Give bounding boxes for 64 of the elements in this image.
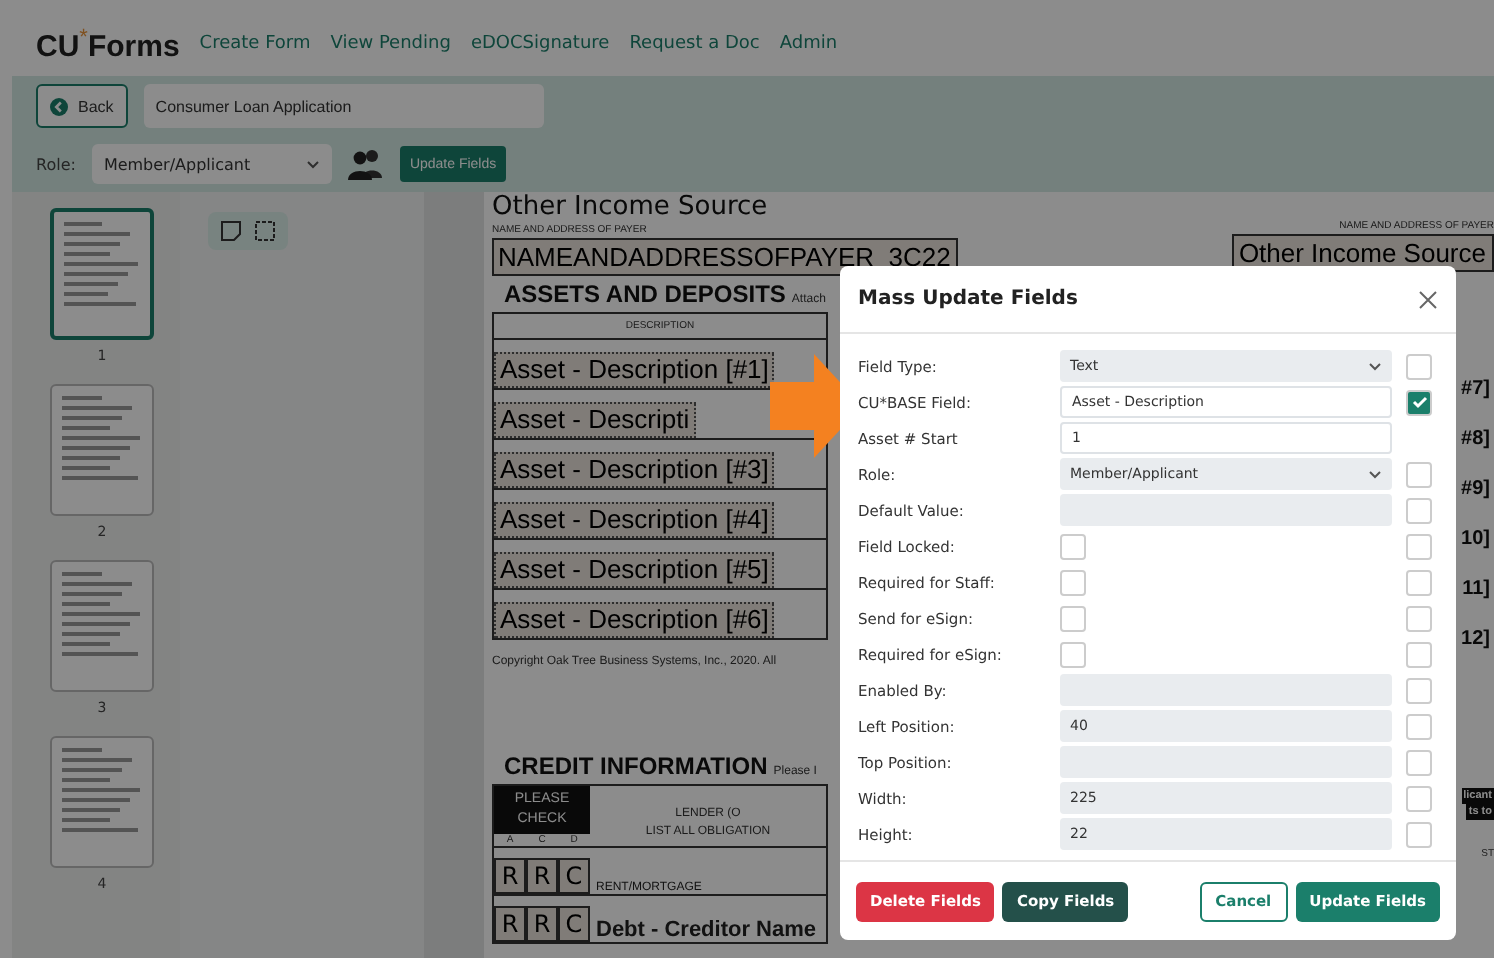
apply-checkbox[interactable] bbox=[1406, 605, 1432, 631]
apply-checkbox[interactable] bbox=[1406, 533, 1432, 559]
checkbox[interactable] bbox=[1060, 533, 1086, 559]
logo: CU$^{*}$Forms bbox=[36, 25, 180, 63]
form-heading: Other Income Source bbox=[492, 192, 770, 224]
chevron-icon bbox=[1368, 469, 1382, 479]
form-field[interactable]: #8] bbox=[1461, 414, 1494, 464]
form-field[interactable]: C bbox=[558, 858, 590, 894]
checkbox[interactable] bbox=[1060, 605, 1086, 631]
page-thumbnail[interactable] bbox=[50, 208, 154, 340]
form-field[interactable]: Asset - Descripti bbox=[494, 402, 696, 438]
form-field[interactable]: Asset - Description [#1] bbox=[494, 352, 775, 388]
check-icon bbox=[1411, 394, 1427, 410]
form-field[interactable]: Asset - Description [#3] bbox=[494, 452, 775, 488]
apply-checkbox[interactable] bbox=[1406, 785, 1432, 811]
page-thumbnail[interactable] bbox=[50, 560, 154, 692]
apply-checkbox[interactable] bbox=[1406, 569, 1432, 595]
form-field[interactable]: #9] bbox=[1461, 464, 1494, 514]
back-button[interactable]: Back bbox=[36, 84, 128, 128]
chevron-icon bbox=[1368, 361, 1382, 371]
selection-icon[interactable] bbox=[254, 220, 276, 242]
document-title-field[interactable]: Consumer Loan Application bbox=[143, 84, 544, 128]
form-field[interactable]: 12] bbox=[1461, 614, 1494, 664]
form-field[interactable]: 10] bbox=[1461, 514, 1494, 564]
apply-checkbox[interactable] bbox=[1406, 641, 1432, 667]
form-field[interactable]: Asset - Description [#6] bbox=[494, 602, 775, 638]
nav-link[interactable]: Create Form bbox=[199, 34, 311, 54]
role-select[interactable]: Member/Applicant bbox=[91, 144, 332, 184]
checkbox[interactable] bbox=[1060, 641, 1086, 667]
apply-checkbox[interactable] bbox=[1406, 497, 1432, 523]
apply-checkbox[interactable] bbox=[1406, 389, 1432, 415]
form-field[interactable]: R bbox=[526, 858, 558, 894]
note-icon[interactable] bbox=[220, 220, 242, 242]
form-field[interactable]: R bbox=[494, 906, 526, 942]
nav-link[interactable]: eDOCSignature bbox=[470, 34, 610, 54]
dialog-title: Mass Update Fields bbox=[858, 288, 1078, 310]
form-field[interactable]: R bbox=[526, 906, 558, 942]
section-title: CREDIT INFORMATION bbox=[504, 752, 768, 780]
form-field[interactable]: Asset - Description [#5] bbox=[494, 552, 775, 588]
form-field[interactable]: NAMEANDADDRESSOFPAYER_3C22 bbox=[492, 238, 959, 276]
apply-checkbox[interactable] bbox=[1406, 749, 1432, 775]
form-field[interactable]: C bbox=[558, 906, 590, 942]
users-icon[interactable] bbox=[347, 148, 384, 180]
apply-checkbox[interactable] bbox=[1406, 821, 1432, 847]
page-thumbnail[interactable] bbox=[50, 384, 154, 516]
close-icon[interactable] bbox=[1418, 289, 1438, 309]
apply-checkbox[interactable] bbox=[1406, 461, 1432, 487]
nav-link[interactable]: Request a Doc bbox=[629, 34, 760, 54]
form-field[interactable]: #7] bbox=[1461, 364, 1494, 414]
apply-checkbox[interactable] bbox=[1406, 353, 1432, 379]
checkbox[interactable] bbox=[1060, 569, 1086, 595]
nav-link[interactable]: Admin bbox=[779, 34, 838, 54]
apply-checkbox[interactable] bbox=[1406, 677, 1432, 703]
back-icon bbox=[50, 97, 68, 115]
page-thumbnail[interactable] bbox=[50, 736, 154, 868]
chevron-icon bbox=[305, 159, 320, 169]
form-field[interactable]: R bbox=[494, 858, 526, 894]
section-title: ASSETS AND DEPOSITS bbox=[504, 280, 786, 308]
row-label: Debt - Creditor Name bbox=[594, 918, 817, 942]
role-label: Role: bbox=[36, 155, 76, 173]
apply-checkbox[interactable] bbox=[1406, 713, 1432, 739]
nav-link[interactable]: View Pending bbox=[330, 34, 451, 54]
form-field[interactable]: Asset - Description [#4] bbox=[494, 502, 775, 538]
form-field[interactable]: 11] bbox=[1462, 564, 1494, 614]
